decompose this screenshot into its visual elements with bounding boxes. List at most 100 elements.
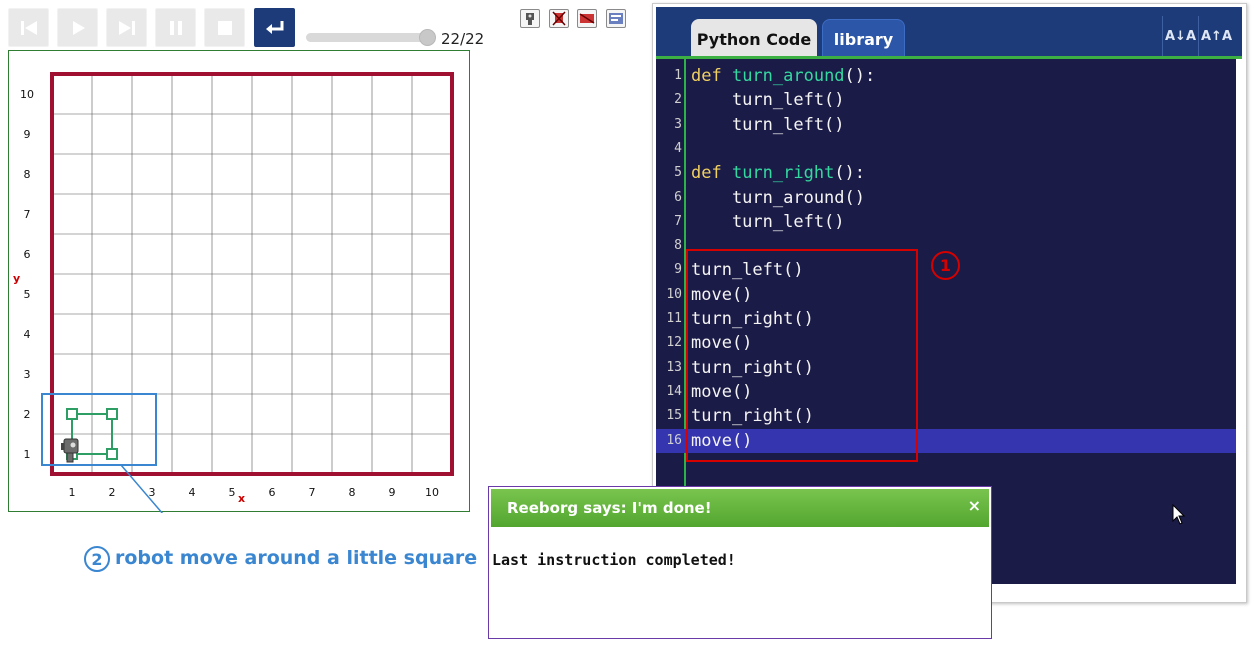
skip-back-icon bbox=[20, 20, 37, 35]
code-token: turn_left() bbox=[691, 114, 845, 135]
pause-icon bbox=[169, 20, 182, 35]
play-icon bbox=[72, 20, 85, 35]
y-tick-label: 3 bbox=[24, 368, 31, 381]
line-number: 8 bbox=[674, 238, 682, 254]
code-line[interactable]: 5 def turn_right(): bbox=[656, 161, 1236, 185]
code-token: turn_left() bbox=[691, 211, 845, 232]
x-tick-label: 4 bbox=[189, 486, 196, 499]
line-number: 3 bbox=[674, 116, 682, 132]
keyword-token: def bbox=[691, 163, 732, 184]
x-tick-label: 1 bbox=[69, 486, 76, 499]
code-text: def turn_right(): bbox=[691, 161, 865, 185]
y-tick-label: 9 bbox=[24, 128, 31, 141]
x-tick-label: 5 bbox=[229, 486, 236, 499]
line-number: 16 bbox=[666, 432, 682, 448]
mouse-pointer-icon bbox=[1172, 504, 1186, 525]
line-number: 7 bbox=[674, 213, 682, 229]
code-text: turn_left() bbox=[691, 88, 845, 112]
annotation-number-1: 1 bbox=[931, 251, 960, 280]
speed-slider-thumb[interactable] bbox=[419, 29, 436, 46]
tab-library[interactable]: library bbox=[822, 19, 905, 59]
x-tick-label: 3 bbox=[149, 486, 156, 499]
dialog-close-icon[interactable]: × bbox=[968, 496, 981, 515]
dialog-message: Last instruction completed! bbox=[492, 551, 736, 569]
trace-corner-marker bbox=[106, 448, 118, 460]
code-text: turn_left() bbox=[691, 210, 845, 234]
line-number: 14 bbox=[666, 383, 682, 399]
tab-python-code[interactable]: Python Code bbox=[691, 19, 817, 59]
step-counter: 22/22 bbox=[441, 30, 485, 48]
reload-button[interactable] bbox=[254, 8, 295, 47]
world-icon bbox=[579, 13, 595, 24]
code-text: turn_around() bbox=[691, 186, 865, 210]
y-tick-label: 1 bbox=[24, 448, 31, 461]
x-tick-label: 8 bbox=[349, 486, 356, 499]
code-token: turn_around() bbox=[691, 187, 865, 208]
y-tick-label: 5 bbox=[24, 288, 31, 301]
increase-font-button[interactable]: A↑A bbox=[1198, 16, 1234, 56]
line-number: 11 bbox=[666, 311, 682, 326]
speed-slider[interactable] bbox=[306, 33, 434, 42]
y-tick-label: 10 bbox=[20, 88, 34, 101]
code-text: def turn_around(): bbox=[691, 64, 875, 88]
reeborg-dialog: Reeborg says: I'm done! × Last instructi… bbox=[488, 486, 992, 639]
y-tick-label: 2 bbox=[24, 408, 31, 421]
world-canvas[interactable]: 1 2 3 4 5 6 7 8 9 10 1 2 3 4 5 6 7 8 9 10 x y bbox=[8, 50, 470, 513]
x-axis-ticks: 1 2 3 4 5 6 7 8 9 10 bbox=[69, 486, 440, 499]
stop-button[interactable] bbox=[204, 8, 245, 47]
dialog-title-text: Reeborg says: I'm done! bbox=[507, 499, 712, 517]
line-number: 9 bbox=[674, 262, 682, 278]
annotation-number-2: 2 bbox=[84, 546, 110, 572]
decrease-font-button[interactable]: A↓A bbox=[1162, 16, 1198, 56]
code-text: turn_left() bbox=[691, 113, 845, 137]
code-token: (): bbox=[834, 163, 866, 184]
y-tick-label: 4 bbox=[24, 328, 31, 341]
line-number: 12 bbox=[666, 335, 682, 351]
robot-icon bbox=[526, 13, 534, 25]
annotation-text: robot move around a little square bbox=[115, 547, 478, 569]
function-name-token: turn_right bbox=[731, 163, 835, 184]
y-tick-label: 7 bbox=[24, 208, 31, 221]
line-number: 1 bbox=[674, 68, 682, 83]
line-number: 6 bbox=[674, 189, 682, 205]
code-line[interactable]: 6 turn_around() bbox=[656, 186, 1236, 210]
run-button[interactable] bbox=[57, 8, 98, 47]
x-tick-label: 7 bbox=[309, 486, 316, 499]
line-number: 13 bbox=[666, 359, 682, 375]
return-icon bbox=[265, 20, 283, 34]
line-number: 4 bbox=[674, 140, 682, 156]
code-line[interactable]: 4 bbox=[656, 137, 1236, 161]
y-axis-ticks: 1 2 3 4 5 6 7 8 9 10 bbox=[20, 88, 34, 461]
stop-icon bbox=[217, 20, 232, 35]
x-axis-label: x bbox=[238, 492, 245, 505]
code-line[interactable]: 7 turn_left() bbox=[656, 210, 1236, 234]
trace-corner-marker bbox=[106, 408, 118, 420]
x-tick-label: 2 bbox=[109, 486, 116, 499]
remove-robot-button[interactable] bbox=[549, 9, 569, 28]
dialog-title: Reeborg says: I'm done! bbox=[491, 489, 989, 527]
world-tool-button[interactable] bbox=[577, 9, 597, 28]
world-grid: 1 2 3 4 5 6 7 8 9 10 1 2 3 4 5 6 7 8 9 10 x y bbox=[13, 72, 454, 513]
code-line[interactable]: 2 turn_left() bbox=[656, 88, 1236, 112]
edit-world-button[interactable] bbox=[606, 9, 626, 28]
function-name-token: turn_around bbox=[731, 66, 845, 86]
trace-corner-marker bbox=[66, 408, 78, 420]
code-token: (): bbox=[844, 66, 876, 86]
keyword-token: def bbox=[691, 66, 732, 86]
line-number: 10 bbox=[666, 286, 682, 302]
x-tick-label: 6 bbox=[269, 486, 276, 499]
edit-world-icon bbox=[609, 13, 623, 24]
code-highlight-box bbox=[686, 249, 918, 462]
go-to-start-button[interactable] bbox=[8, 8, 49, 47]
skip-forward-icon bbox=[118, 20, 135, 35]
line-number: 5 bbox=[674, 165, 682, 181]
step-forward-button[interactable] bbox=[106, 8, 147, 47]
code-line[interactable]: 1 def turn_around(): bbox=[656, 64, 1236, 88]
y-axis-label: y bbox=[13, 272, 20, 285]
robot-tool-button[interactable] bbox=[520, 9, 540, 28]
pause-button[interactable] bbox=[155, 8, 196, 47]
code-line[interactable]: 3 turn_left() bbox=[656, 113, 1236, 137]
line-number: 15 bbox=[666, 408, 682, 424]
line-number: 2 bbox=[674, 92, 682, 108]
editor-header: Python Code library A↓A A↑A bbox=[656, 7, 1242, 59]
